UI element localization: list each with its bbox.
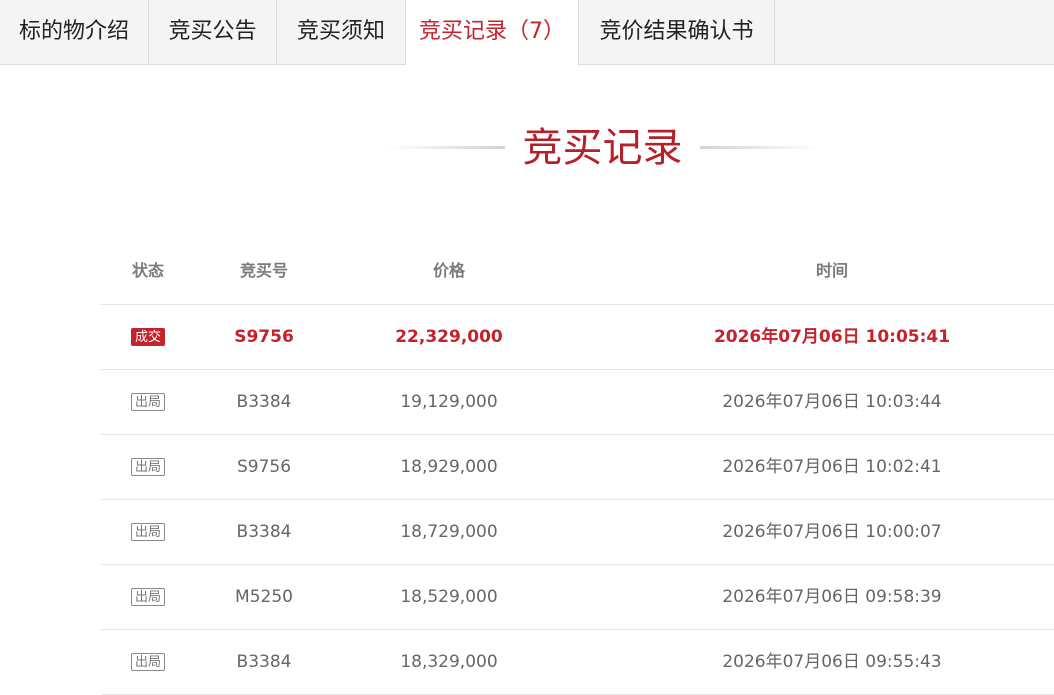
table-header: 状态 竞买号 价格 时间 xyxy=(101,238,1054,305)
tab-bid-records[interactable]: 竞买记录（7） xyxy=(406,0,579,66)
bid-time: 2026年07月06日 09:55:43 xyxy=(722,652,942,672)
section-heading: 竞买记录 xyxy=(0,118,1054,178)
status-badge-out: 出局 xyxy=(131,393,165,411)
table-row: 出局 M5250 18,529,000 2026年07月06日 09:58:39 xyxy=(101,565,1054,630)
bid-records-table: 状态 竞买号 价格 时间 成交 S9756 22,329,000 2026年07… xyxy=(101,238,1054,695)
section-title: 竞买记录 xyxy=(522,125,683,171)
table-row: 出局 B3384 19,129,000 2026年07月06日 10:03:44 xyxy=(101,370,1054,435)
bid-number: B3384 xyxy=(236,392,292,412)
tab-result-confirmation[interactable]: 竞价结果确认书 xyxy=(579,0,775,65)
status-badge-out: 出局 xyxy=(131,458,165,476)
bid-price: 18,729,000 xyxy=(400,522,498,542)
table-row: 出局 S9756 18,929,000 2026年07月06日 10:02:41 xyxy=(101,435,1054,500)
header-status: 状态 xyxy=(131,261,164,280)
bid-time: 2026年07月06日 10:02:41 xyxy=(722,457,942,477)
table-row: 出局 B3384 18,729,000 2026年07月06日 10:00:07 xyxy=(101,500,1054,565)
bid-number: M5250 xyxy=(235,587,293,607)
status-badge-out: 出局 xyxy=(131,653,165,671)
table-row: 出局 B3384 18,329,000 2026年07月06日 09:55:43 xyxy=(101,630,1054,695)
bid-price: 19,129,000 xyxy=(400,392,498,412)
tab-item-intro[interactable]: 标的物介绍 xyxy=(0,0,149,65)
header-time: 时间 xyxy=(815,261,848,280)
status-badge-out: 出局 xyxy=(131,523,165,541)
header-bid-number: 竞买号 xyxy=(239,261,288,280)
bid-price: 18,529,000 xyxy=(400,587,498,607)
bid-number: B3384 xyxy=(236,522,292,542)
bid-time: 2026年07月06日 10:00:07 xyxy=(722,522,942,542)
bid-time: 2026年07月06日 10:03:44 xyxy=(722,392,942,412)
bid-time: 2026年07月06日 09:58:39 xyxy=(722,587,942,607)
table-row: 成交 S9756 22,329,000 2026年07月06日 10:05:41 xyxy=(101,305,1054,370)
tab-bar: 标的物介绍 竞买公告 竞买须知 竞买记录（7） 竞价结果确认书 xyxy=(0,0,1054,66)
bid-number: S9756 xyxy=(236,457,292,477)
heading-divider-right xyxy=(700,146,822,149)
status-badge-deal: 成交 xyxy=(131,328,165,346)
heading-divider-left xyxy=(385,146,505,149)
bid-price: 22,329,000 xyxy=(395,327,503,347)
bid-number: S9756 xyxy=(234,327,294,347)
bid-price: 18,929,000 xyxy=(400,457,498,477)
header-price: 价格 xyxy=(432,261,465,280)
tab-auction-rules[interactable]: 竞买须知 xyxy=(277,0,406,65)
tab-auction-notice[interactable]: 竞买公告 xyxy=(149,0,277,65)
bid-price: 18,329,000 xyxy=(400,652,498,672)
bid-number: B3384 xyxy=(236,652,292,672)
status-badge-out: 出局 xyxy=(131,588,165,606)
bid-time: 2026年07月06日 10:05:41 xyxy=(713,327,951,347)
